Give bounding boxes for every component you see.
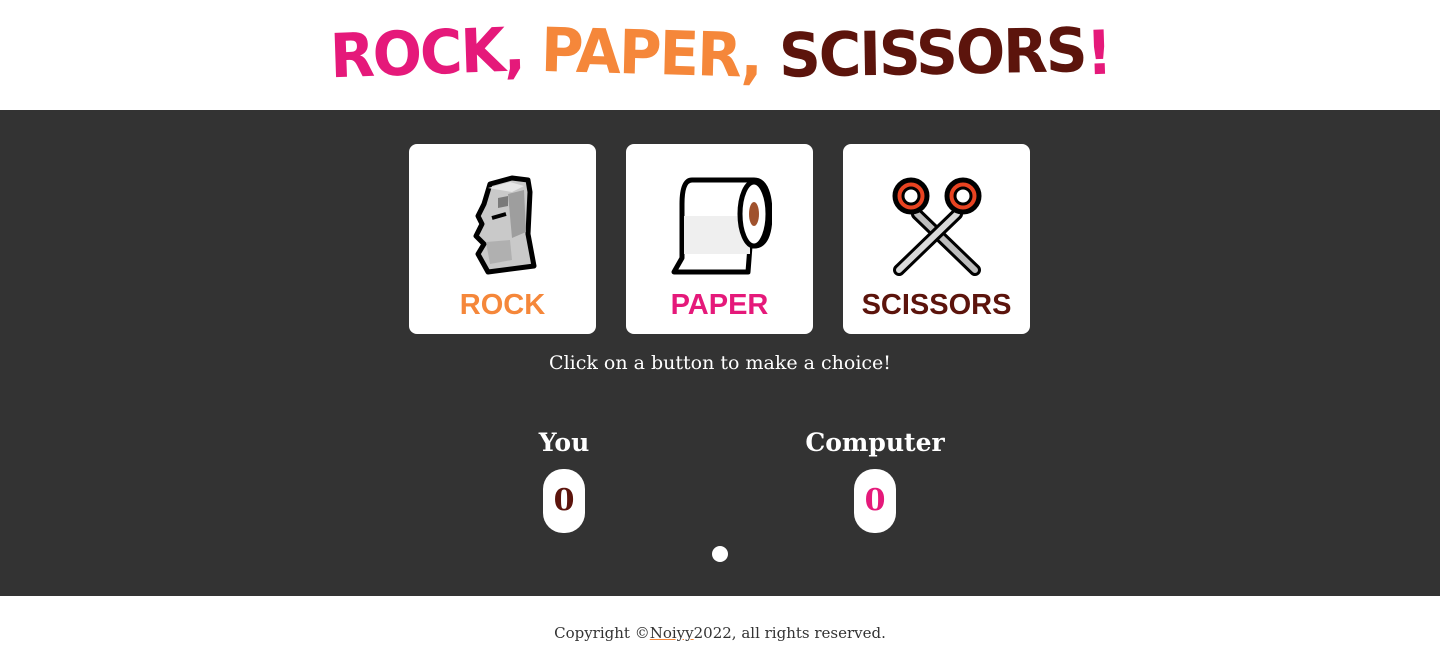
computer-score-value: 0	[854, 469, 896, 533]
player-name: You	[538, 428, 590, 457]
footer: Copyright © Noiyy 2022, all rights reser…	[0, 596, 1440, 670]
title-rock: ROCK,	[328, 13, 525, 93]
result-indicator-dot	[712, 546, 728, 562]
rock-label: ROCK	[459, 289, 546, 321]
toilet-paper-icon	[671, 177, 772, 275]
paper-button[interactable]: PAPER	[626, 144, 813, 334]
title-scissors: SCISSORS	[778, 14, 1087, 92]
choice-buttons: ROCK PAPER SCISSORS	[409, 144, 1030, 334]
paper-label: PAPER	[670, 289, 769, 321]
player-score: You 0	[464, 426, 664, 533]
title-paper: PAPER,	[540, 14, 763, 92]
game-area: ROCK PAPER SCISSORS Click on a button to…	[0, 110, 1440, 596]
player-score-value: 0	[543, 469, 585, 533]
computer-score: Computer 0	[775, 426, 975, 533]
moai-icon	[473, 175, 536, 275]
scissors-label: SCISSORS	[861, 289, 1012, 321]
copyright-suffix: 2022, all rights reserved.	[693, 624, 886, 642]
scissors-button[interactable]: SCISSORS	[843, 144, 1030, 334]
header: ROCK, PAPER, SCISSORS!	[0, 0, 1440, 110]
title-exclaim: !	[1084, 16, 1112, 90]
computer-name: Computer	[805, 428, 945, 457]
scissors-icon	[892, 177, 981, 276]
instruction-text: Click on a button to make a choice!	[549, 352, 891, 374]
copyright-prefix: Copyright ©	[554, 624, 650, 642]
rock-button[interactable]: ROCK	[409, 144, 596, 334]
author-link[interactable]: Noiyy	[650, 624, 694, 642]
page-title: ROCK, PAPER, SCISSORS!	[328, 14, 1112, 92]
